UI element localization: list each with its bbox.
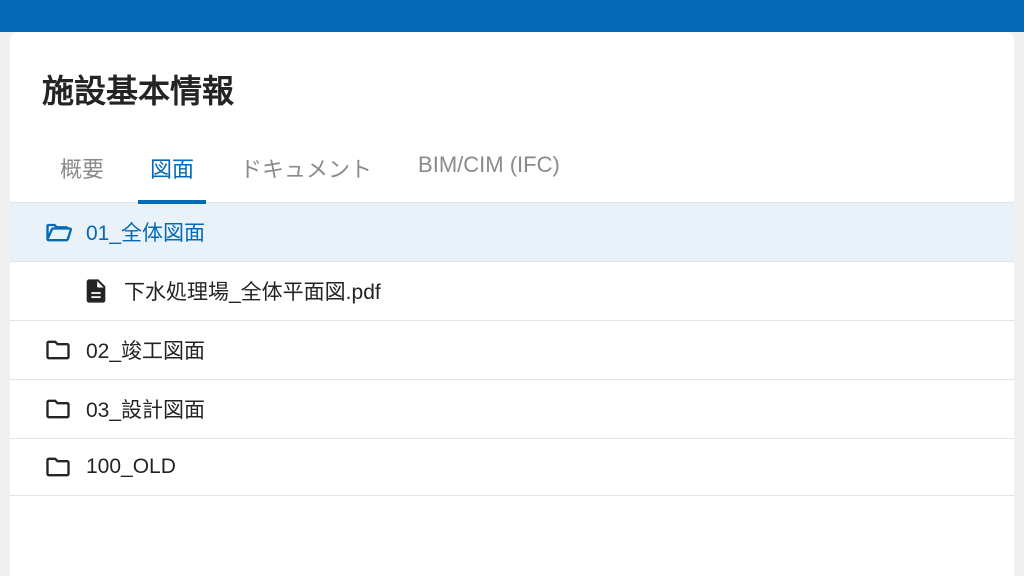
file-label: 下水処理場_全体平面図.pdf [124,276,381,306]
folder-row[interactable]: 01_全体図面 [10,203,1014,262]
tab-documents[interactable]: ドキュメント [236,152,376,202]
folder-row[interactable]: 03_設計図面 [10,380,1014,439]
file-row[interactable]: 下水処理場_全体平面図.pdf [10,262,1014,321]
folder-row[interactable]: 100_OLD [10,439,1014,496]
tab-drawings[interactable]: 図面 [146,152,198,202]
folder-label: 02_竣工図面 [86,335,205,365]
file-tree: 01_全体図面 下水処理場_全体平面図.pdf 02_竣工図面 03_設計図面 [10,203,1014,496]
folder-open-icon [44,218,72,246]
folder-label: 03_設計図面 [86,394,205,424]
folder-icon [44,336,72,364]
app-top-bar [0,0,1024,32]
content-panel: 施設基本情報 概要 図面 ドキュメント BIM/CIM (IFC) 01_全体図… [10,32,1014,576]
tab-overview[interactable]: 概要 [56,152,108,202]
file-icon [82,277,110,305]
folder-icon [44,453,72,481]
tab-bim-ifc[interactable]: BIM/CIM (IFC) [414,152,564,202]
folder-icon [44,395,72,423]
page-title: 施設基本情報 [10,32,1014,112]
folder-row[interactable]: 02_竣工図面 [10,321,1014,380]
folder-label: 100_OLD [86,455,176,479]
tab-bar: 概要 図面 ドキュメント BIM/CIM (IFC) [10,112,1014,203]
folder-label: 01_全体図面 [86,217,205,247]
